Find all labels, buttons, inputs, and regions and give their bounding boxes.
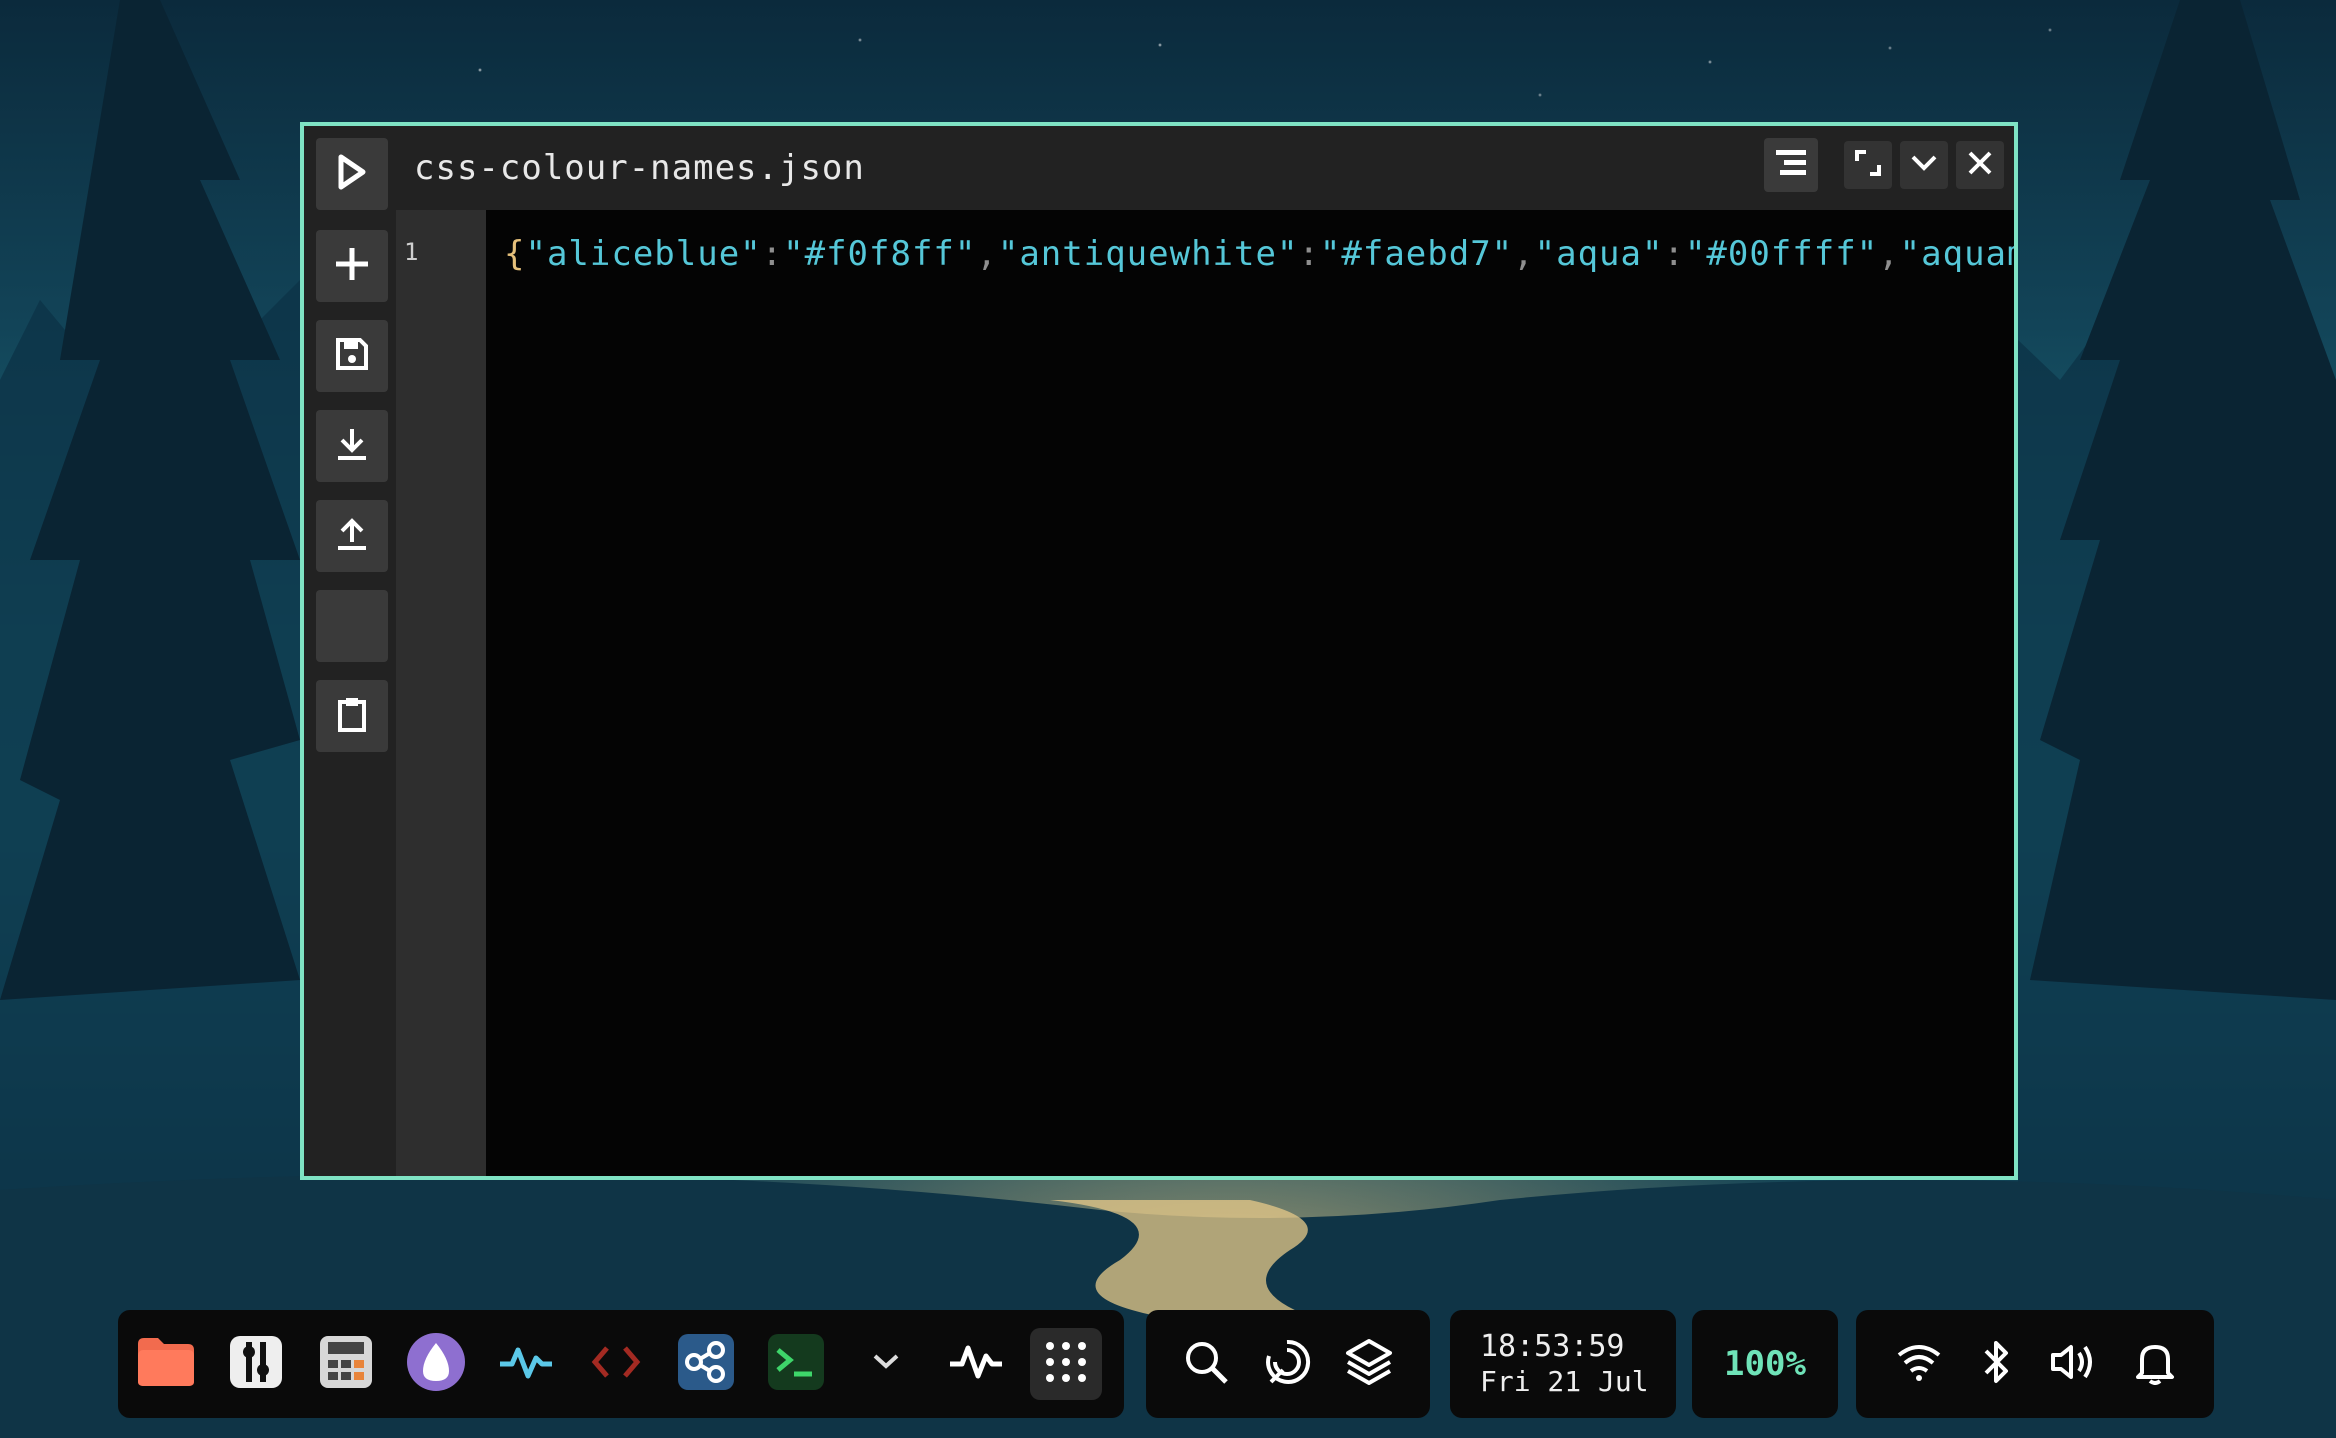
- file-title: css-colour-names.json: [414, 148, 865, 188]
- dock-app-grid[interactable]: [1030, 1328, 1102, 1400]
- clipboard-button[interactable]: [316, 680, 388, 752]
- sliders-icon: [226, 1332, 286, 1396]
- code-comma: ,: [1513, 234, 1535, 274]
- dock-terminal[interactable]: [760, 1328, 832, 1400]
- code-value: "#f0f8ff": [783, 234, 977, 274]
- layers-icon[interactable]: [1344, 1337, 1394, 1391]
- menu-button[interactable]: [1764, 138, 1818, 192]
- bluetooth-icon[interactable]: [1980, 1339, 2012, 1389]
- calculator-icon: [316, 1332, 376, 1396]
- folder-icon: [136, 1336, 196, 1392]
- menu-icon: [1774, 148, 1808, 182]
- dock-pulse[interactable]: [940, 1328, 1012, 1400]
- bell-icon[interactable]: [2134, 1339, 2176, 1389]
- activity-icon: [498, 1342, 554, 1386]
- download-icon: [334, 426, 370, 466]
- code-key: "aqua": [1534, 234, 1664, 274]
- app-dock: [118, 1310, 1124, 1418]
- clipboard-icon: [336, 696, 368, 736]
- editor-window: css-colour-names.json 1 {"aliceblue":"#f…: [300, 122, 2018, 1180]
- code-open-brace: {: [504, 234, 526, 274]
- battery-level: 100%: [1724, 1344, 1806, 1384]
- clock-date: Fri 21 Jul: [1480, 1365, 1649, 1398]
- code-area[interactable]: {"aliceblue":"#f0f8ff","antiquewhite":"#…: [486, 210, 2014, 1176]
- close-button[interactable]: [1956, 141, 2004, 189]
- title-bar: css-colour-names.json: [304, 126, 2014, 210]
- terminal-icon: [766, 1332, 826, 1396]
- empty-tool-button[interactable]: [316, 590, 388, 662]
- drop-icon: [405, 1331, 467, 1397]
- quick-tools: [1146, 1310, 1430, 1418]
- side-toolbar: [316, 230, 388, 752]
- maximize-icon: [1854, 149, 1882, 181]
- run-button[interactable]: [316, 138, 388, 210]
- network-icon: [676, 1332, 736, 1396]
- code-colon: :: [761, 234, 784, 274]
- line-number: 1: [404, 238, 419, 266]
- code-brackets-icon: [591, 1342, 641, 1386]
- clock-widget[interactable]: 18:53:59 Fri 21 Jul: [1450, 1310, 1676, 1418]
- upload-button[interactable]: [316, 500, 388, 572]
- minimize-button[interactable]: [1900, 141, 1948, 189]
- maximize-button[interactable]: [1844, 141, 1892, 189]
- code-value: "#faebd7": [1319, 234, 1514, 274]
- chevron-down-icon: [871, 1352, 901, 1376]
- code-line: {"aliceblue":"#f0f8ff","antiquewhite":"#…: [504, 234, 2014, 274]
- dock-more[interactable]: [850, 1328, 922, 1400]
- upload-icon: [334, 516, 370, 556]
- code-key: "antiquewhite": [997, 234, 1299, 274]
- download-button[interactable]: [316, 410, 388, 482]
- pulse-icon: [948, 1342, 1004, 1386]
- save-icon: [334, 336, 370, 376]
- code-value: "#00ffff": [1684, 234, 1879, 274]
- window-controls: [1764, 138, 2004, 192]
- new-file-button[interactable]: [316, 230, 388, 302]
- grid-icon: [1042, 1338, 1090, 1390]
- volume-icon[interactable]: [2049, 1341, 2097, 1387]
- line-gutter: 1: [396, 210, 486, 1176]
- dock-code[interactable]: [580, 1328, 652, 1400]
- dock-activity[interactable]: [490, 1328, 562, 1400]
- dock-files[interactable]: [130, 1328, 202, 1400]
- code-key: "aliceblue": [525, 234, 762, 274]
- system-tray: [1856, 1310, 2214, 1418]
- close-icon: [1966, 149, 1994, 181]
- wifi-icon[interactable]: [1895, 1341, 1943, 1387]
- search-icon[interactable]: [1182, 1338, 1230, 1390]
- dock-calculator[interactable]: [310, 1328, 382, 1400]
- dock-launcher[interactable]: [400, 1328, 472, 1400]
- code-comma: ,: [1878, 234, 1900, 274]
- plus-icon: [334, 246, 370, 286]
- code-comma: ,: [976, 234, 998, 274]
- code-key-truncated: "aquamarine: [1899, 234, 2014, 274]
- battery-widget[interactable]: 100%: [1692, 1310, 1838, 1418]
- code-colon: :: [1663, 234, 1685, 274]
- dock-settings[interactable]: [220, 1328, 292, 1400]
- play-icon: [335, 153, 369, 195]
- dock-network[interactable]: [670, 1328, 742, 1400]
- chevron-down-icon: [1910, 153, 1938, 177]
- clock-time: 18:53:59: [1480, 1329, 1625, 1364]
- code-colon: :: [1298, 234, 1320, 274]
- refresh-icon[interactable]: [1261, 1336, 1313, 1392]
- save-button[interactable]: [316, 320, 388, 392]
